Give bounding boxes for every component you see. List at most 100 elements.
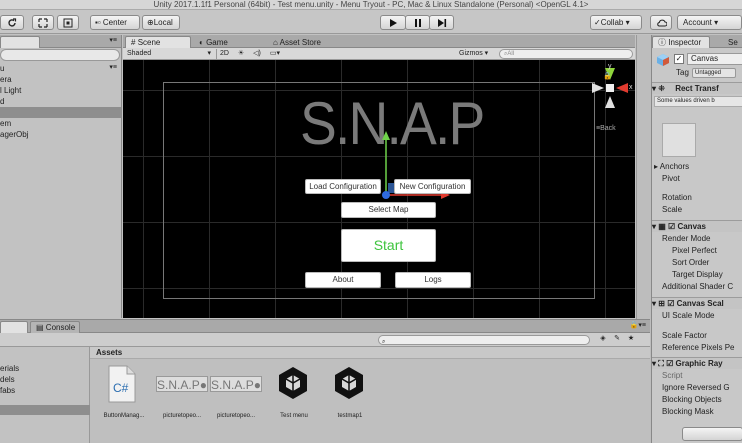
tab-services[interactable]: Se — [722, 36, 742, 48]
rect-transform-header[interactable]: ▾ ⁜ Rect Transf — [652, 82, 742, 94]
folder-item[interactable]: dels — [0, 374, 90, 385]
about-button[interactable]: About — [305, 272, 381, 288]
csharp-script-icon: C# — [108, 365, 136, 403]
toggle-2d-button[interactable]: 2D — [216, 49, 232, 59]
project-search-input[interactable]: ⌕ — [378, 335, 590, 345]
asset-item[interactable]: S.N.A.P● picturetopeo... — [154, 365, 214, 425]
load-configuration-button[interactable]: Load Configuration — [305, 179, 381, 194]
account-button[interactable]: Account ▾ — [677, 15, 742, 30]
canvas-component-title: Canvas — [677, 222, 706, 231]
filter-label-icon[interactable]: ✎ — [611, 334, 623, 345]
tab-asset-store[interactable]: ⌂ Asset Store — [267, 36, 357, 48]
asset-item[interactable]: testmap1 — [322, 365, 374, 425]
scene-viewport[interactable]: S.N.A.P Load Configuration New Configura… — [123, 60, 635, 318]
tab-game[interactable]: ◐ Game — [193, 36, 255, 48]
chevron-down-icon: ▾ — [207, 50, 211, 57]
scene-panel: # Scene ◐ Game ⌂ Asset Store Shaded ▾ 2D … — [123, 35, 635, 318]
tab-asset-store-label: Asset Store — [279, 38, 321, 47]
transform-tool-button[interactable] — [57, 15, 79, 30]
logs-button[interactable]: Logs — [395, 272, 471, 288]
rotation-label: Rotation — [662, 193, 692, 202]
rect-tool-icon — [38, 18, 48, 28]
pixel-perfect-label: Pixel Perfect — [672, 246, 717, 255]
graphic-raycaster-header[interactable]: ▾ ⛶ ☑ Graphic Ray — [652, 357, 742, 369]
hierarchy-search-input[interactable] — [0, 49, 120, 61]
rect-tool-button[interactable] — [32, 15, 54, 30]
filter-type-icon[interactable]: ◈ — [597, 334, 609, 345]
scene-search-input[interactable]: ⌕All — [499, 49, 633, 59]
start-button[interactable]: Start — [341, 229, 436, 262]
back-view-label[interactable]: ≡Back — [596, 125, 616, 132]
asset-item[interactable]: Test menu — [266, 365, 318, 425]
unity-editor-window: Unity 2017.1.1f1 Personal (64bit) - Test… — [0, 0, 742, 443]
info-icon: ⓘ — [658, 38, 666, 47]
asset-item[interactable]: S.N.A.P● picturetopeo... — [208, 365, 268, 425]
gizmos-dropdown[interactable]: Gizmos ▾ — [459, 49, 501, 59]
tab-console[interactable]: ▤ Console — [30, 321, 80, 333]
component-enabled-checkbox[interactable]: ☑ — [667, 299, 674, 308]
collab-button[interactable]: ✓Collab ▾ — [590, 15, 642, 30]
step-button[interactable] — [429, 15, 454, 30]
graphic-raycaster-icon: ⛶ — [658, 359, 664, 368]
anchors-label[interactable]: ▸ Anchors — [654, 161, 689, 172]
tab-hierarchy[interactable] — [0, 36, 40, 48]
hierarchy-item[interactable]: em — [0, 118, 121, 129]
pause-button[interactable] — [405, 15, 430, 30]
cloud-icon — [656, 19, 667, 27]
lighting-toggle-icon[interactable]: ☀ — [234, 49, 248, 59]
tag-label: Tag — [676, 68, 689, 77]
play-button[interactable] — [380, 15, 406, 30]
hierarchy-item[interactable]: d — [0, 96, 121, 107]
cloud-button[interactable] — [650, 15, 672, 30]
object-name-field[interactable]: Canvas — [687, 53, 742, 65]
add-component-button[interactable] — [682, 427, 742, 441]
project-folder-tree: erials dels fabs — [0, 347, 90, 443]
hierarchy-item[interactable]: agerObj — [0, 129, 121, 140]
active-checkbox[interactable]: ✓ — [674, 54, 684, 64]
asset-item[interactable]: C# ButtonManag... — [96, 365, 148, 425]
new-configuration-button[interactable]: New Configuration — [394, 179, 471, 194]
hierarchy-item[interactable]: l Light — [0, 85, 121, 96]
folder-item-selected[interactable] — [0, 405, 90, 415]
asset-label: testmap1 — [337, 413, 363, 419]
folder-item[interactable]: fabs — [0, 385, 90, 396]
anchor-preset-box[interactable] — [662, 123, 696, 157]
scene-menu-icon[interactable]: ▾≡ — [109, 63, 117, 71]
project-panel: ▤ Console 🔒▾≡ ⌕ ◈ ✎ ★ erials dels fabs A… — [0, 319, 650, 443]
blocking-mask-label: Blocking Mask — [662, 407, 714, 416]
canvas-component-header[interactable]: ▾ ▦ ☑ Canvas — [652, 220, 742, 232]
favorite-star-icon[interactable]: ★ — [625, 334, 637, 345]
lock-icon[interactable]: 🔒 — [603, 72, 612, 80]
ui-scale-mode-label: UI Scale Mode — [662, 311, 715, 320]
tab-scene[interactable]: # Scene — [125, 36, 191, 48]
effects-toggle-icon[interactable]: ▭▾ — [266, 49, 284, 59]
rotate-tool-icon — [8, 18, 17, 27]
store-icon: ⌂ — [273, 38, 278, 47]
back-label: Back — [600, 125, 616, 132]
tab-project[interactable] — [0, 321, 28, 333]
panel-menu-icon[interactable]: 🔒▾≡ — [630, 321, 646, 329]
panel-menu-icon[interactable]: ▾≡ — [109, 36, 117, 44]
hierarchy-item[interactable]: u — [0, 63, 121, 74]
shading-mode-dropdown[interactable]: Shaded ▾ — [127, 49, 213, 59]
hierarchy-item[interactable]: era — [0, 74, 121, 85]
local-icon: ⊕ — [147, 18, 154, 27]
hierarchy-item-selected[interactable] — [0, 107, 121, 118]
tab-inspector[interactable]: ⓘ Inspector — [652, 36, 710, 48]
canvas-scaler-header[interactable]: ▾ ⊞ ☑ Canvas Scal — [652, 297, 742, 309]
driven-values-note: Some values driven b — [654, 96, 742, 107]
pivot-local-button[interactable]: ⊕Local — [142, 15, 180, 30]
pivot-center-button[interactable]: ▪▫ Center — [90, 15, 140, 30]
pivot-icon: ▪▫ — [95, 18, 103, 27]
canvas-scaler-title: Canvas Scal — [676, 299, 724, 308]
component-enabled-checkbox[interactable]: ☑ — [668, 222, 675, 231]
rotate-tool-button[interactable] — [0, 15, 24, 30]
scene-tabbar: # Scene ◐ Game ⌂ Asset Store — [123, 35, 635, 48]
audio-toggle-icon[interactable]: ◁) — [250, 49, 264, 59]
select-map-button[interactable]: Select Map — [341, 202, 436, 218]
inspector-panel: ⓘ Inspector Se ✓ Canvas Tag Untagged ▾ ⁜… — [651, 35, 742, 443]
folder-item[interactable]: erials — [0, 363, 90, 374]
component-enabled-checkbox[interactable]: ☑ — [666, 359, 673, 368]
pause-icon — [414, 19, 421, 27]
tag-dropdown[interactable]: Untagged — [692, 68, 736, 78]
